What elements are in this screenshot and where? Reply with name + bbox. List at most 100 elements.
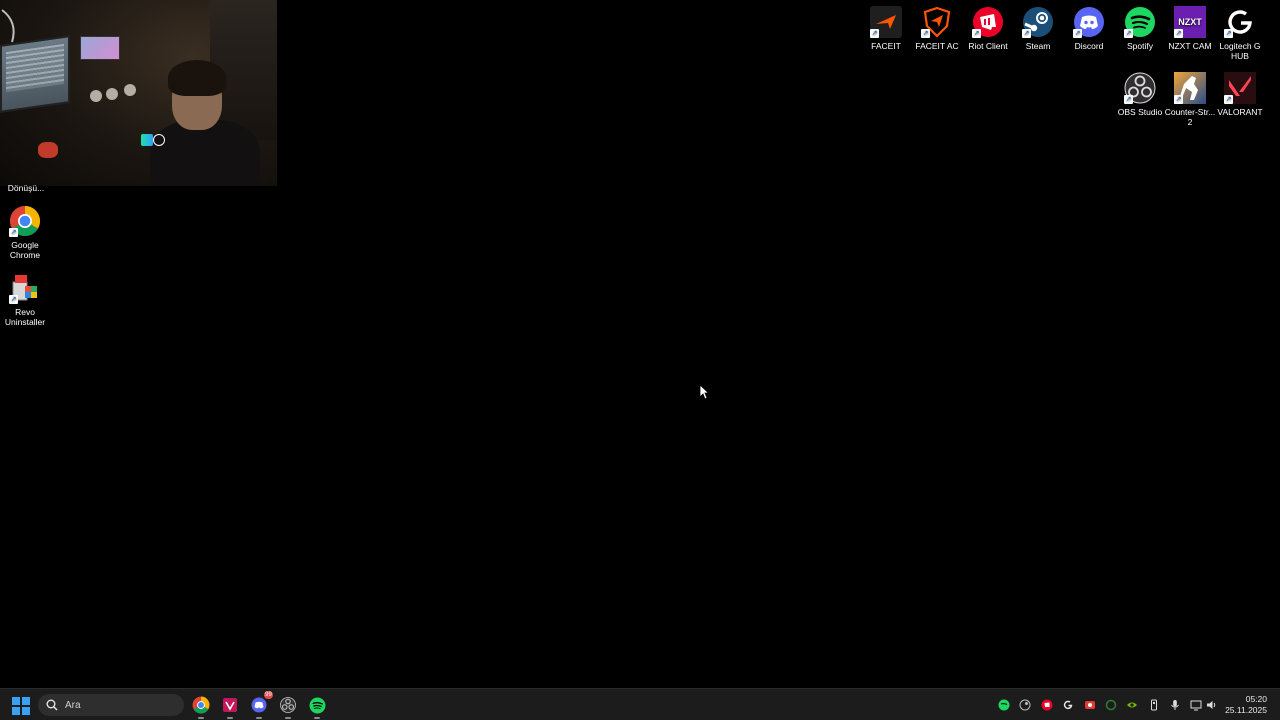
desktop-icon-label: FACEIT [871, 41, 901, 51]
shortcut-arrow-icon: ↗ [921, 29, 930, 38]
desktop-icon-google-chrome[interactable]: ↗ Google Chrome [0, 205, 52, 260]
tray-usb-icon[interactable] [1148, 699, 1160, 711]
desktop-icon-revo-uninstaller[interactable]: ↗ Revo Uninstaller [0, 272, 52, 327]
search-placeholder: Ara [65, 699, 81, 711]
desktop-icon-faceit[interactable]: ↗ FACEIT [859, 6, 913, 51]
google-chrome-icon: ↗ [9, 205, 41, 237]
taskbar-app-spotify[interactable] [306, 694, 328, 719]
running-indicator [285, 717, 291, 719]
clock-date: 25.11.2025 [1225, 705, 1267, 715]
desktop-icon-label: OBS Studio [1117, 107, 1163, 117]
webcam-rgb-light [141, 134, 153, 146]
shortcut-arrow-icon: ↗ [1224, 95, 1233, 104]
shortcut-arrow-icon: ↗ [1174, 95, 1183, 104]
running-indicator [227, 717, 233, 719]
shortcut-arrow-icon: ↗ [1022, 29, 1031, 38]
faceit-icon: ↗ [870, 6, 902, 38]
tray-record-icon[interactable] [1084, 699, 1096, 711]
desktop-icon-obs-studio[interactable]: ↗ OBS Studio [1113, 72, 1167, 117]
desktop-icon-partial-label: Dönüşü... [7, 183, 45, 193]
desktop-icon-label: Counter-Str... 2 [1164, 107, 1216, 127]
windows-logo-icon [12, 697, 20, 705]
shortcut-arrow-icon: ↗ [870, 29, 879, 38]
webcam-lamp [1, 9, 15, 43]
desktop-icon-faceit-ac[interactable]: ↗ FACEIT AC [910, 6, 964, 51]
shortcut-arrow-icon: ↗ [1124, 29, 1133, 38]
spotify-icon: ↗ [1124, 6, 1156, 38]
tray-spotify-icon[interactable] [998, 699, 1010, 711]
desktop-icon-spotify[interactable]: ↗ Spotify [1113, 6, 1167, 51]
webcam-monitor [0, 35, 70, 113]
valorant-icon: ↗ [1224, 72, 1256, 104]
tray-logitech-icon[interactable] [1062, 699, 1074, 711]
search-icon [46, 699, 58, 711]
taskbar-search-box[interactable]: Ara [38, 694, 184, 716]
webcam-monitor-secondary [80, 36, 120, 60]
taskbar: Ara 99 05:20 25.11.2025 [0, 688, 1280, 720]
riot-client-icon: ↗ [972, 6, 1004, 38]
desktop-icon-logitech-ghub[interactable]: ↗ Logitech G HUB [1213, 6, 1267, 61]
running-indicator [256, 717, 262, 719]
desktop-icon-riot-client[interactable]: ↗ Riot Client [961, 6, 1015, 51]
logitech-ghub-icon: ↗ [1224, 6, 1256, 38]
notification-badge: 99 [264, 691, 273, 699]
desktop-icon-label: Logitech G HUB [1219, 41, 1261, 61]
desktop-icon-valorant[interactable]: ↗ VALORANT [1213, 72, 1267, 117]
nzxt-cam-icon: NZXT ↗ [1174, 6, 1206, 38]
desktop-icon-counter-strike-2[interactable]: ↗ Counter-Str... 2 [1163, 72, 1217, 127]
shortcut-arrow-icon: ↗ [1224, 29, 1233, 38]
webcam-red-object [38, 142, 58, 158]
faceit-ac-icon: ↗ [921, 6, 953, 38]
volume-icon[interactable] [1206, 699, 1218, 711]
obs-studio-icon: ↗ [1124, 72, 1156, 104]
desktop-icon-label: Revo Uninstaller [4, 307, 46, 327]
taskbar-app-discord[interactable]: 99 [248, 691, 273, 719]
taskbar-app-obs[interactable] [277, 694, 299, 719]
desktop-icon-label: VALORANT [1217, 107, 1263, 117]
desktop-icon-nzxt-cam[interactable]: NZXT ↗ NZXT CAM [1163, 6, 1217, 51]
taskbar-app-chrome[interactable] [190, 694, 212, 719]
desktop-icon-label: Google Chrome [9, 240, 41, 260]
discord-icon: ↗ [1073, 6, 1105, 38]
clock-time: 05:20 [1245, 694, 1267, 704]
shield-app-icon [223, 698, 237, 712]
tray-nvidia-logo-icon[interactable] [1126, 699, 1138, 711]
shortcut-arrow-icon: ↗ [9, 228, 18, 237]
steam-icon: ↗ [1022, 6, 1054, 38]
taskbar-app-antivirus[interactable] [219, 694, 241, 719]
desktop-icon-discord[interactable]: ↗ Discord [1062, 6, 1116, 51]
spotify-icon [309, 697, 325, 713]
shortcut-arrow-icon: ↗ [1124, 95, 1133, 104]
running-indicator [314, 717, 320, 719]
obs-studio-icon [280, 697, 296, 713]
desktop-icon-label: Riot Client [968, 41, 1008, 51]
webcam-person-body [150, 120, 260, 186]
desktop-icon-label: Discord [1074, 41, 1104, 51]
desktop-icon-steam[interactable]: ↗ Steam [1011, 6, 1065, 51]
svg-text:NZXT: NZXT [1178, 17, 1202, 27]
tray-steam-icon[interactable] [1019, 699, 1031, 711]
shortcut-arrow-icon: ↗ [9, 295, 18, 304]
webcam-overlay [0, 0, 277, 186]
desktop-icon-label: Steam [1025, 41, 1051, 51]
webcam-desk-items [70, 80, 150, 110]
counter-strike-2-icon: ↗ [1174, 72, 1206, 104]
google-chrome-icon [192, 696, 210, 714]
desktop-icon-label: Spotify [1127, 41, 1153, 51]
tray-nvidia-icon[interactable] [1105, 699, 1117, 711]
webcam-ring-light [153, 134, 165, 146]
shortcut-arrow-icon: ↗ [972, 29, 981, 38]
shortcut-arrow-icon: ↗ [1174, 29, 1183, 38]
webcam-person-hair [168, 60, 226, 96]
tray-riot-icon[interactable] [1041, 699, 1053, 711]
desktop-icon-label: NZXT CAM [1168, 41, 1212, 51]
discord-icon [251, 697, 267, 713]
shortcut-arrow-icon: ↗ [1073, 29, 1082, 38]
desktop-icon-label: FACEIT AC [915, 41, 959, 51]
network-icon[interactable] [1190, 699, 1202, 711]
taskbar-clock[interactable]: 05:20 25.11.2025 [1225, 694, 1267, 716]
start-button[interactable] [12, 697, 30, 715]
microphone-icon[interactable] [1169, 699, 1181, 711]
revo-uninstaller-icon: ↗ [9, 272, 41, 304]
running-indicator [198, 717, 204, 719]
